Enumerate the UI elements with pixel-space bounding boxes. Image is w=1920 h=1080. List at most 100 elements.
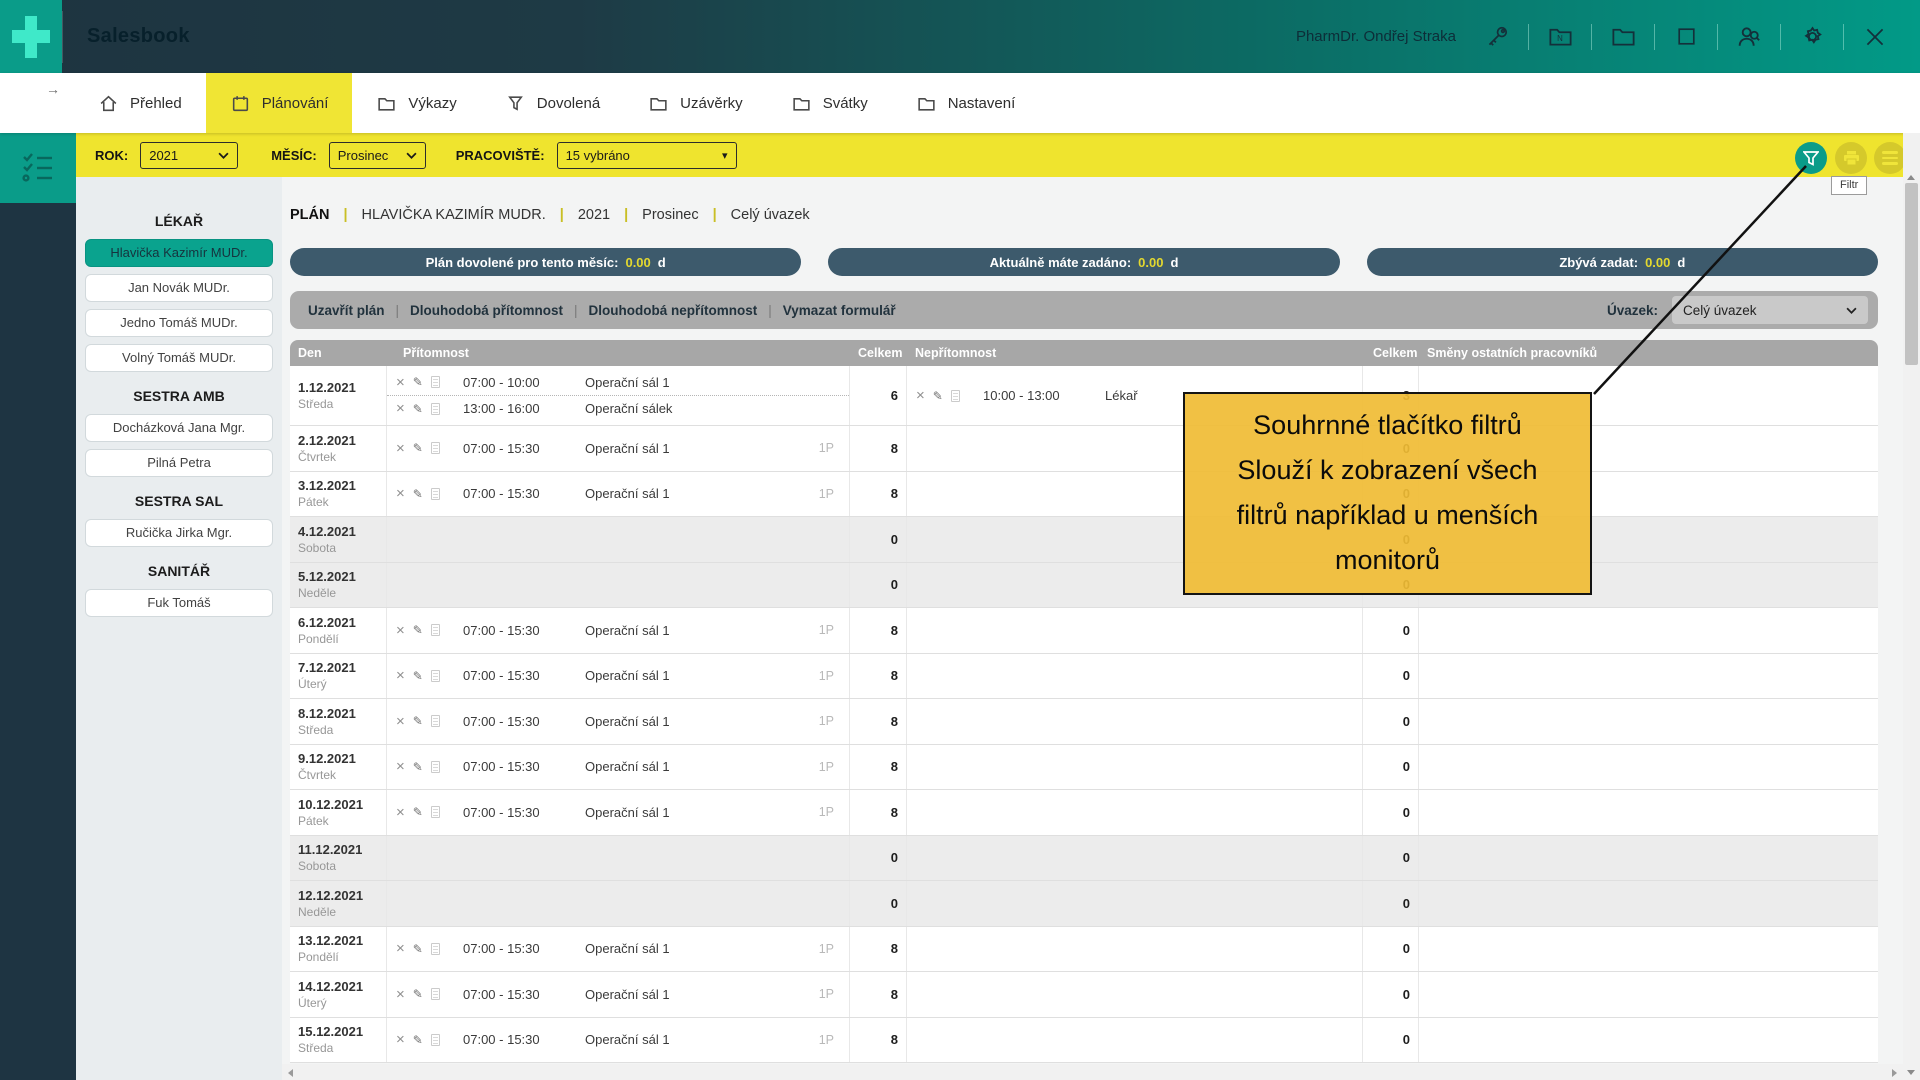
edit-entry-icon[interactable]: ✎ bbox=[413, 1033, 423, 1047]
edit-entry-icon[interactable]: ✎ bbox=[413, 623, 423, 637]
delete-entry-icon[interactable]: × bbox=[396, 759, 405, 774]
absence-cell bbox=[907, 608, 1363, 653]
annotation-callout: Souhrnné tlačítko filtrůSlouží k zobraze… bbox=[1183, 392, 1592, 595]
scroll-left-arrow[interactable] bbox=[288, 1069, 293, 1077]
close-icon[interactable] bbox=[1858, 20, 1892, 54]
edit-entry-icon[interactable]: ✎ bbox=[413, 669, 423, 683]
tab-nastaven[interactable]: Nastavení bbox=[892, 73, 1040, 133]
entry-tag: 1P bbox=[819, 441, 849, 455]
copy-entry-icon[interactable] bbox=[431, 670, 440, 682]
vertical-scrollbar[interactable] bbox=[1903, 133, 1920, 1080]
key-icon[interactable] bbox=[1480, 20, 1514, 54]
delete-entry-icon[interactable]: × bbox=[396, 1032, 405, 1047]
person-doch-zkov-jana-mgr[interactable]: Docházková Jana Mgr. bbox=[85, 414, 273, 442]
scroll-up-arrow[interactable] bbox=[1907, 175, 1915, 180]
copy-entry-icon[interactable] bbox=[431, 1034, 440, 1046]
presence-total-cell: 8 bbox=[850, 654, 907, 699]
delete-entry-icon[interactable]: × bbox=[396, 987, 405, 1002]
workplace-select[interactable]: 15 vybráno ▾ bbox=[557, 142, 737, 169]
copy-entry-icon[interactable] bbox=[431, 988, 440, 1000]
folder-icon[interactable] bbox=[1606, 20, 1640, 54]
edit-entry-icon[interactable]: ✎ bbox=[413, 987, 423, 1001]
entry-time: 07:00 - 15:30 bbox=[463, 941, 585, 956]
edit-entry-icon[interactable]: ✎ bbox=[413, 805, 423, 819]
checklist-button[interactable] bbox=[0, 133, 76, 203]
entry-time: 07:00 - 15:30 bbox=[463, 441, 585, 456]
delete-entry-icon[interactable]: × bbox=[396, 714, 405, 729]
filter-menu-button[interactable] bbox=[1874, 142, 1906, 174]
person-hlavi-ka-kazim-r-mudr[interactable]: Hlavička Kazimír MUDr. bbox=[85, 239, 273, 267]
copy-entry-icon[interactable] bbox=[431, 943, 440, 955]
workload-select[interactable]: Celý úvazek bbox=[1672, 296, 1868, 324]
person-piln-petra[interactable]: Pilná Petra bbox=[85, 449, 273, 477]
folder-n-icon[interactable]: N bbox=[1543, 20, 1577, 54]
tab-dovolen[interactable]: Dovolená bbox=[481, 73, 624, 133]
person-voln-tom-mudr[interactable]: Volný Tomáš MUDr. bbox=[85, 344, 273, 372]
scroll-down-arrow[interactable] bbox=[1907, 1070, 1915, 1075]
copy-entry-icon[interactable] bbox=[431, 403, 440, 415]
entry-tag: 1P bbox=[819, 487, 849, 501]
person-search-icon[interactable] bbox=[1732, 20, 1766, 54]
person-fuk-tom[interactable]: Fuk Tomáš bbox=[85, 589, 273, 617]
chevron-down-icon bbox=[406, 152, 417, 159]
action-vymazat-formul[interactable]: Vymazat formulář bbox=[783, 303, 896, 318]
shift-entry: ×✎07:00 - 15:30Operační sál 11P bbox=[387, 435, 849, 461]
edit-entry-icon[interactable]: ✎ bbox=[413, 714, 423, 728]
print-button[interactable] bbox=[1835, 142, 1867, 174]
delete-entry-icon[interactable]: × bbox=[396, 805, 405, 820]
copy-entry-icon[interactable] bbox=[431, 806, 440, 818]
shift-entry: ×✎07:00 - 15:30Operační sál 11P bbox=[387, 708, 849, 734]
filter-summary-button[interactable] bbox=[1795, 142, 1827, 174]
delete-entry-icon[interactable]: × bbox=[916, 388, 925, 403]
copy-entry-icon[interactable] bbox=[431, 488, 440, 500]
collapse-arrow-icon[interactable]: → bbox=[46, 81, 60, 97]
plan-content: PLÁN|HLAVIČKA KAZIMÍR MUDR.|2021|Prosine… bbox=[282, 177, 1903, 1080]
tab-sv-tky[interactable]: Svátky bbox=[767, 73, 892, 133]
breadcrumb-item: HLAVIČKA KAZIMÍR MUDR. bbox=[362, 207, 546, 223]
copy-entry-icon[interactable] bbox=[431, 761, 440, 773]
delete-entry-icon[interactable]: × bbox=[396, 441, 405, 456]
edit-entry-icon[interactable]: ✎ bbox=[413, 402, 423, 416]
month-select[interactable]: Prosinec bbox=[329, 142, 426, 169]
person-jedno-tom-mudr[interactable]: Jedno Tomáš MUDr. bbox=[85, 309, 273, 337]
delete-entry-icon[interactable]: × bbox=[396, 623, 405, 638]
entry-time: 07:00 - 15:30 bbox=[463, 987, 585, 1002]
delete-entry-icon[interactable]: × bbox=[396, 941, 405, 956]
tab-v-kazy[interactable]: Výkazy bbox=[352, 73, 480, 133]
edit-entry-icon[interactable]: ✎ bbox=[933, 389, 943, 403]
action-dlouhodob-p-tomnost[interactable]: Dlouhodobá přítomnost bbox=[410, 303, 563, 318]
presence-total-cell: 0 bbox=[850, 563, 907, 608]
copy-entry-icon[interactable] bbox=[431, 376, 440, 388]
year-select[interactable]: 2021 bbox=[140, 142, 238, 169]
presence-total-cell: 8 bbox=[850, 790, 907, 835]
square-icon[interactable] bbox=[1669, 20, 1703, 54]
tab-p-ehled[interactable]: Přehled bbox=[74, 73, 206, 133]
copy-entry-icon[interactable] bbox=[431, 624, 440, 636]
delete-entry-icon[interactable]: × bbox=[396, 486, 405, 501]
delete-entry-icon[interactable]: × bbox=[396, 668, 405, 683]
horizontal-scrollbar[interactable] bbox=[282, 1064, 1903, 1080]
scroll-right-arrow[interactable] bbox=[1892, 1069, 1897, 1077]
delete-entry-icon[interactable]: × bbox=[396, 401, 405, 416]
copy-entry-icon[interactable] bbox=[431, 715, 440, 727]
edit-entry-icon[interactable]: ✎ bbox=[413, 760, 423, 774]
group-title-sestra-amb: SESTRA AMB bbox=[76, 388, 282, 404]
edit-entry-icon[interactable]: ✎ bbox=[413, 942, 423, 956]
action-dlouhodob-nep-tomnost[interactable]: Dlouhodobá nepřítomnost bbox=[589, 303, 758, 318]
tab-pl-nov-n[interactable]: Plánování bbox=[206, 73, 353, 133]
group-title-sanit: SANITÁŘ bbox=[76, 563, 282, 579]
gear-icon[interactable] bbox=[1795, 20, 1829, 54]
person-ru-i-ka-jirka-mgr[interactable]: Ručička Jirka Mgr. bbox=[85, 519, 273, 547]
copy-entry-icon[interactable] bbox=[431, 442, 440, 454]
row-date: 12.12.2021 bbox=[298, 888, 380, 903]
person-jan-nov-k-mudr[interactable]: Jan Novák MUDr. bbox=[85, 274, 273, 302]
edit-entry-icon[interactable]: ✎ bbox=[413, 441, 423, 455]
edit-entry-icon[interactable]: ✎ bbox=[413, 375, 423, 389]
action-uzav-t-pl-n[interactable]: Uzavřít plán bbox=[308, 303, 385, 318]
copy-entry-icon[interactable] bbox=[951, 390, 960, 402]
edit-entry-icon[interactable]: ✎ bbox=[413, 487, 423, 501]
scrollbar-thumb[interactable] bbox=[1905, 183, 1918, 365]
svg-text:N: N bbox=[1557, 34, 1563, 43]
delete-entry-icon[interactable]: × bbox=[396, 375, 405, 390]
tab-uz-v-rky[interactable]: Uzávěrky bbox=[624, 73, 767, 133]
